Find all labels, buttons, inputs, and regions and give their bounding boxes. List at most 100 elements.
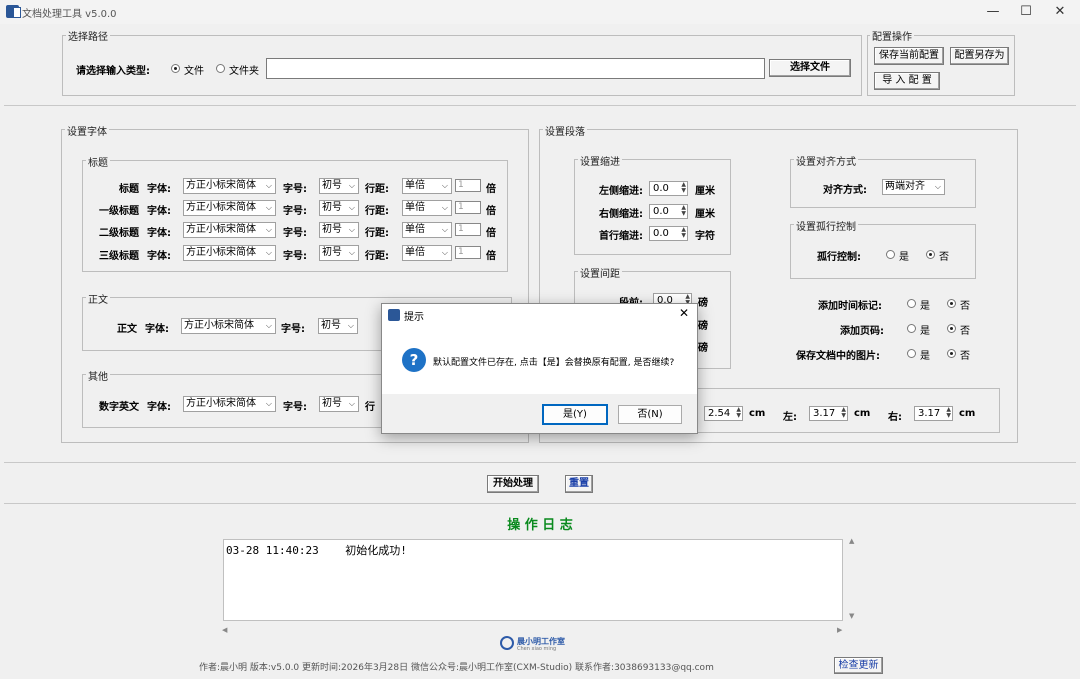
combo-value: 初号 <box>322 224 342 235</box>
spacing-label: 行距: <box>365 184 389 195</box>
timestamp-label: 添加时间标记: <box>818 301 882 312</box>
align-combo[interactable]: 两端对齐 ⌵ <box>882 179 945 195</box>
font-combo[interactable]: 方正小标宋简体 ⌵ <box>183 396 276 412</box>
multiple-input[interactable]: 1 <box>455 179 481 192</box>
align-label: 对齐方式: <box>823 185 867 196</box>
heading-row-3: 三级标题 字体: 方正小标宋简体 ⌵ 字号: 初号 ⌵ 行距: 单倍 ⌵ 1 倍 <box>0 245 530 263</box>
divider <box>4 503 1076 504</box>
close-button[interactable]: ✕ <box>1046 2 1074 22</box>
multiple-input[interactable]: 1 <box>455 246 481 259</box>
start-process-button[interactable]: 开始处理 <box>487 475 539 493</box>
studio-logo-icon <box>500 636 514 650</box>
cm-label: cm <box>959 408 976 419</box>
combo-value: 方正小标宋简体 <box>186 180 256 191</box>
save-config-button[interactable]: 保存当前配置 <box>874 47 944 65</box>
orphan-group-label: 设置孤行控制 <box>794 218 858 233</box>
indent-spinner[interactable]: 0.0 ▲ ▼ <box>649 181 688 196</box>
import-config-button[interactable]: 导 入 配 置 <box>874 72 940 90</box>
times-label: 倍 <box>486 228 496 239</box>
size-combo[interactable]: 初号 ⌵ <box>318 318 358 334</box>
divider <box>4 462 1076 463</box>
orphan-yes-label: 是 <box>899 252 909 263</box>
log-area[interactable]: 03-28 11:40:23 初始化成功! <box>223 539 843 621</box>
spinner-value: 0.0 <box>653 228 669 239</box>
indent-label: 右侧缩进: <box>599 209 643 220</box>
timestamp-no-radio[interactable] <box>947 299 956 308</box>
orphan-no-radio[interactable] <box>926 250 935 259</box>
size-combo[interactable]: 初号 ⌵ <box>319 222 359 238</box>
timestamp-yes-radio[interactable] <box>907 299 916 308</box>
chevron-down-icon: ⌵ <box>441 181 448 190</box>
page-number-no-radio[interactable] <box>947 324 956 333</box>
size-combo[interactable]: 初号 ⌵ <box>319 178 359 194</box>
cm-label: cm <box>854 408 871 419</box>
spinner-arrows-icon: ▲▼ <box>681 181 686 194</box>
orphan-yes-radio[interactable] <box>886 250 895 259</box>
combo-value: 方正小标宋简体 <box>186 224 256 235</box>
dialog-no-button[interactable]: 否(N) <box>618 405 682 424</box>
keep-images-no-radio[interactable] <box>947 349 956 358</box>
save-as-config-button[interactable]: 配置另存为 <box>950 47 1009 65</box>
reset-button[interactable]: 重置 <box>565 475 593 493</box>
spacing-combo[interactable]: 单倍 ⌵ <box>402 178 452 194</box>
dialog-title: 提示 <box>404 312 424 323</box>
size-combo[interactable]: 初号 ⌵ <box>319 396 359 412</box>
page-number-no-label: 否 <box>960 326 970 337</box>
spinner-arrows-icon: ▲▼ <box>681 226 686 239</box>
spacing-combo[interactable]: 单倍 ⌵ <box>402 245 452 261</box>
spacing-combo[interactable]: 单倍 ⌵ <box>402 222 452 238</box>
combo-value: 初号 <box>322 202 342 213</box>
margin-right-spinner[interactable]: 3.17 ▲ ▼ <box>914 406 953 421</box>
size-label: 字号: <box>281 324 305 335</box>
chevron-down-icon: ⌵ <box>934 182 941 191</box>
combo-value: 单倍 <box>405 247 425 258</box>
spacing-label: 行距: <box>365 206 389 217</box>
scroll-right-icon[interactable]: ▶ <box>837 626 842 634</box>
config-group-label: 配置操作 <box>870 28 914 43</box>
dialog-close-icon[interactable]: ✕ <box>679 306 689 320</box>
combo-value: 初号 <box>322 398 342 409</box>
font-combo[interactable]: 方正小标宋简体 ⌵ <box>183 245 276 261</box>
multiple-input[interactable]: 1 <box>455 201 481 214</box>
size-combo[interactable]: 初号 ⌵ <box>319 200 359 216</box>
font-combo[interactable]: 方正小标宋简体 ⌵ <box>181 318 276 334</box>
radio-file[interactable] <box>171 64 180 73</box>
font-label: 字体: <box>147 251 171 262</box>
chevron-down-icon: ⌵ <box>441 248 448 257</box>
spacing-combo[interactable]: 单倍 ⌵ <box>402 200 452 216</box>
times-label: 倍 <box>486 206 496 217</box>
font-combo[interactable]: 方正小标宋简体 ⌵ <box>183 222 276 238</box>
row-name: 二级标题 <box>99 228 139 239</box>
select-file-button[interactable]: 选择文件 <box>769 59 851 77</box>
scroll-up-icon[interactable]: ▲ <box>849 537 854 545</box>
radio-folder[interactable] <box>216 64 225 73</box>
check-update-button[interactable]: 检查更新 <box>834 657 883 674</box>
combo-value: 初号 <box>321 320 341 331</box>
page-number-yes-radio[interactable] <box>907 324 916 333</box>
scroll-left-icon[interactable]: ◀ <box>222 626 227 634</box>
font-label: 字体: <box>147 402 171 413</box>
chevron-down-icon: ⌵ <box>265 248 272 257</box>
chevron-down-icon: ⌵ <box>441 225 448 234</box>
dialog-yes-button[interactable]: 是(Y) <box>542 404 608 425</box>
font-combo[interactable]: 方正小标宋简体 ⌵ <box>183 178 276 194</box>
path-input[interactable] <box>266 58 765 79</box>
cm-label: cm <box>749 408 766 419</box>
page-number-yes-label: 是 <box>920 326 930 337</box>
spinner-arrows-icon: ▲▼ <box>736 406 741 419</box>
size-combo[interactable]: 初号 ⌵ <box>319 245 359 261</box>
keep-images-yes-radio[interactable] <box>907 349 916 358</box>
scroll-down-icon[interactable]: ▼ <box>849 612 854 620</box>
margin-top-spinner[interactable]: 2.54 ▲ ▼ <box>704 406 743 421</box>
indent-spinner[interactable]: 0.0 ▲ ▼ <box>649 226 688 241</box>
minimize-button[interactable]: — <box>979 2 1007 22</box>
font-group-label: 设置字体 <box>65 123 109 138</box>
indent-spinner[interactable]: 0.0 ▲ ▼ <box>649 204 688 219</box>
spinner-value: 0.0 <box>653 183 669 194</box>
spacing-group-label: 设置间距 <box>578 265 622 280</box>
multiple-input[interactable]: 1 <box>455 223 481 236</box>
font-combo[interactable]: 方正小标宋简体 ⌵ <box>183 200 276 216</box>
body-row: 正文 字体: 方正小标宋简体 ⌵ 字号: 初号 ⌵ <box>0 318 400 336</box>
maximize-button[interactable]: ☐ <box>1012 2 1040 22</box>
margin-left-spinner[interactable]: 3.17 ▲ ▼ <box>809 406 848 421</box>
